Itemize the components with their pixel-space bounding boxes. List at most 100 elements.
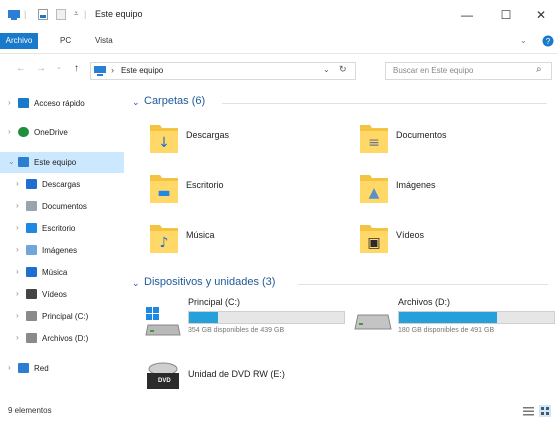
expand-chevron-icon[interactable]: › (16, 245, 19, 254)
drive-d[interactable]: Archivos (D:) 180 GB disponibles de 491 … (340, 297, 555, 349)
folders-section-title: Carpetas (6) (144, 95, 206, 107)
svg-text:▲: ▲ (369, 185, 380, 201)
sidebar-item[interactable]: ⌄ Este equipo (0, 152, 124, 173)
sidebar-item-label: Música (42, 268, 68, 277)
search-icon[interactable]: ⌕ (536, 64, 542, 75)
expand-chevron-icon[interactable]: › (16, 311, 19, 320)
navigation-pane: › Acceso rápido › OneDrive ⌄ Este equipo › Desc… (0, 85, 128, 400)
folders-section-header[interactable]: ⌄ Carpetas (6) (130, 95, 550, 111)
computer-icon (18, 157, 29, 167)
expand-chevron-icon[interactable]: › (16, 223, 19, 232)
new-folder-icon[interactable] (56, 9, 66, 20)
search-input[interactable]: Buscar en Este equipo (393, 66, 474, 75)
divider (298, 284, 548, 285)
status-bar: 9 elementos (0, 400, 557, 423)
pictures-folder-icon: ▲ (360, 175, 388, 203)
music-folder-icon: ♪ (150, 225, 178, 253)
sidebar-item[interactable]: › OneDrive (0, 122, 124, 143)
sidebar-item[interactable]: › Imágenes (0, 240, 124, 261)
sidebar-item-label: Acceso rápido (34, 99, 85, 108)
expand-chevron-icon[interactable]: › (16, 289, 19, 298)
explorer-app-icon (8, 10, 20, 20)
svg-text:♪: ♪ (160, 235, 169, 251)
expand-chevron-icon[interactable]: › (16, 333, 19, 342)
drive-name: Archivos (D:) (398, 297, 451, 307)
drives-section-header[interactable]: ⌄ Dispositivos y unidades (3) (130, 276, 550, 292)
svg-text:▣: ▣ (367, 235, 380, 251)
drive-icon (26, 311, 37, 321)
sidebar-item[interactable]: › Documentos (0, 196, 124, 217)
sidebar-item[interactable]: › Red (0, 358, 124, 379)
expand-chevron-icon[interactable]: › (16, 179, 19, 188)
expand-chevron-icon[interactable]: › (8, 363, 11, 372)
drive-usage-fill (189, 312, 219, 323)
sidebar-item-label: Documentos (42, 202, 87, 211)
large-icons-view-icon[interactable] (539, 405, 551, 417)
expand-chevron-icon[interactable]: › (8, 127, 11, 136)
expand-chevron-icon[interactable]: › (16, 201, 19, 210)
svg-text:▬: ▬ (157, 185, 170, 201)
sidebar-item[interactable]: › Archivos (D:) (0, 328, 124, 349)
music-icon (26, 267, 37, 277)
videos-folder-icon: ▣ (360, 225, 388, 253)
recent-locations-icon[interactable]: ⌄ (56, 63, 62, 71)
sidebar-item-label: Este equipo (34, 158, 77, 167)
drive-usage-bar (398, 311, 555, 324)
desktop-icon (26, 223, 37, 233)
drive-free-space: 354 GB disponibles de 439 GB (188, 327, 285, 334)
folder-item[interactable]: ♪ Música (130, 215, 330, 259)
star-icon (18, 98, 29, 108)
tab-pc[interactable]: PC (60, 33, 71, 49)
address-separator[interactable]: › (111, 65, 114, 75)
address-dropdown-icon[interactable]: ⌄ (323, 65, 330, 74)
details-view-icon[interactable] (523, 406, 534, 416)
refresh-icon[interactable]: ↻ (339, 64, 347, 75)
sidebar-item-label: Escritorio (42, 224, 76, 233)
svg-text:≡: ≡ (368, 135, 380, 151)
address-text[interactable]: Este equipo (121, 66, 163, 75)
sidebar-item[interactable]: › Vídeos (0, 284, 124, 305)
tab-vista[interactable]: Vista (95, 33, 113, 49)
folder-item[interactable]: ▬ Escritorio (130, 165, 330, 209)
folder-item[interactable]: ▲ Imágenes (340, 165, 540, 209)
folder-item[interactable]: ↓ Descargas (130, 115, 330, 159)
minimize-button[interactable]: — (455, 5, 479, 25)
expand-ribbon-icon[interactable]: ⌄ (520, 36, 527, 45)
maximize-button[interactable]: ☐ (494, 5, 518, 25)
expand-chevron-icon[interactable]: › (8, 98, 11, 107)
folder-name: Documentos (396, 130, 447, 140)
expand-chevron-icon[interactable]: › (16, 267, 19, 276)
sidebar-item-label: Imágenes (42, 246, 78, 255)
expand-chevron-icon[interactable]: ⌄ (8, 157, 15, 166)
collapse-chevron-icon[interactable]: ⌄ (132, 97, 140, 108)
properties-icon[interactable] (38, 9, 48, 20)
folder-name: Música (186, 230, 215, 240)
separator: | (84, 9, 87, 19)
item-count: 9 elementos (8, 406, 52, 415)
drive-name: Unidad de DVD RW (E:) (188, 369, 285, 379)
drive-dvd[interactable]: DVD Unidad de DVD RW (E:) (130, 357, 345, 395)
sidebar-item[interactable]: › Acceso rápido (0, 93, 124, 114)
help-icon[interactable]: ? (542, 35, 554, 47)
folder-item[interactable]: ▣ Vídeos (340, 215, 540, 259)
forward-button[interactable]: → (36, 63, 46, 74)
sidebar-item[interactable]: › Música (0, 262, 124, 283)
collapse-chevron-icon[interactable]: ⌄ (132, 278, 140, 289)
address-bar[interactable]: › Este equipo ⌄ ↻ (90, 62, 356, 80)
sidebar-item[interactable]: › Descargas (0, 174, 124, 195)
close-button[interactable]: ✕ (529, 5, 553, 25)
video-icon (26, 289, 37, 299)
back-button[interactable]: ← (16, 63, 26, 74)
search-box[interactable]: Buscar en Este equipo ⌕ (385, 62, 552, 80)
computer-icon (94, 66, 106, 76)
sidebar-item[interactable]: › Principal (C:) (0, 306, 124, 327)
document-icon (26, 201, 37, 211)
tab-archivo[interactable]: Archivo (0, 33, 38, 49)
up-button[interactable]: ↑ (74, 63, 79, 74)
sidebar-item[interactable]: › Escritorio (0, 218, 124, 239)
folder-item[interactable]: ≡ Documentos (340, 115, 540, 159)
svg-text:↓: ↓ (158, 135, 170, 151)
customize-quick-access-icon[interactable]: ⩡ (74, 9, 79, 19)
drive-name: Principal (C:) (188, 297, 241, 307)
drive-c[interactable]: Principal (C:) 354 GB disponibles de 439… (130, 297, 345, 349)
